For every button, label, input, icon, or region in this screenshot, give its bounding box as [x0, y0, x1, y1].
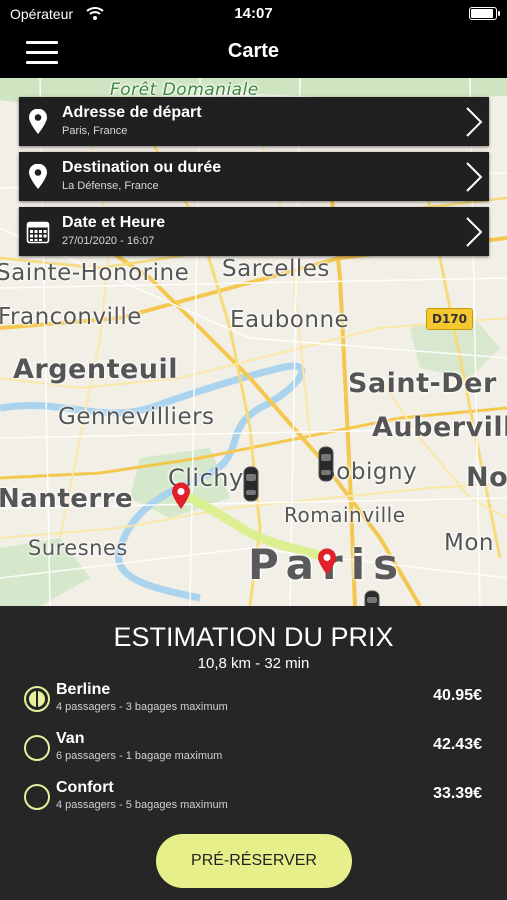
- departure-label: Adresse de départ: [62, 104, 202, 121]
- car-icon[interactable]: [318, 446, 334, 482]
- location-pin-icon: [29, 109, 47, 134]
- map-label: Franconville: [0, 304, 142, 330]
- distance-duration: 10,8 km - 32 min: [197, 655, 310, 672]
- car-icon[interactable]: [364, 590, 380, 606]
- nav-bar: Carte: [0, 28, 507, 78]
- vehicle-description: 6 passagers - 1 bagage maximum: [56, 750, 223, 762]
- map-label: Gennevilliers: [58, 404, 215, 430]
- battery-icon: [469, 7, 500, 20]
- vehicle-name: Confort: [56, 779, 114, 796]
- departure-address-field[interactable]: Adresse de départ Paris, France: [19, 97, 489, 146]
- map-label: Bobigny: [320, 459, 418, 485]
- departure-value: Paris, France: [62, 125, 128, 137]
- road-badge: D170: [426, 308, 474, 330]
- vehicle-description: 4 passagers - 3 bagages maximum: [56, 701, 228, 713]
- chevron-right-icon: [466, 107, 483, 137]
- map-label: Auberville: [372, 412, 507, 443]
- destination-label: Destination ou durée: [62, 159, 222, 176]
- map-label: Argenteuil: [13, 354, 179, 385]
- map-marker-icon[interactable]: [317, 548, 337, 576]
- vehicle-price: 40.95€: [433, 687, 482, 704]
- vehicle-option-confort[interactable]: Confort 4 passagers - 5 bagages maximum …: [24, 776, 486, 816]
- radio-button-icon[interactable]: [24, 686, 50, 712]
- map-label: Suresnes: [28, 536, 128, 560]
- date-time-value: 27/01/2020 - 16:07: [62, 235, 155, 247]
- vehicle-description: 4 passagers - 5 bagages maximum: [56, 799, 228, 811]
- map-label: Sainte-Honorine: [0, 260, 190, 286]
- vehicle-name: Berline: [56, 681, 111, 698]
- date-time-field[interactable]: Date et Heure 27/01/2020 - 16:07: [19, 207, 489, 256]
- map-label: No: [466, 462, 507, 493]
- pre-book-button[interactable]: PRÉ-RÉSERVER: [156, 834, 352, 888]
- map-label: Romainville: [284, 503, 406, 527]
- destination-value: La Défense, France: [62, 180, 159, 192]
- radio-button-icon[interactable]: [24, 784, 50, 810]
- map-marker-icon[interactable]: [171, 482, 191, 510]
- price-estimate-panel: ESTIMATION DU PRIX 10,8 km - 32 min Berl…: [0, 606, 507, 900]
- estimate-heading: ESTIMATION DU PRIX: [113, 622, 394, 652]
- car-icon[interactable]: [243, 466, 259, 502]
- clock: 14:07: [234, 5, 273, 22]
- chevron-right-icon: [466, 217, 483, 247]
- vehicle-option-berline[interactable]: Berline 4 passagers - 3 bagages maximum …: [24, 678, 486, 718]
- map-label: Sarcelles: [222, 256, 330, 282]
- date-time-label: Date et Heure: [62, 214, 166, 231]
- map-label: Eaubonne: [230, 307, 350, 333]
- vehicle-price: 33.39€: [433, 785, 482, 802]
- map-label: Nanterre: [0, 484, 134, 514]
- location-pin-icon: [29, 164, 47, 189]
- calendar-icon: [26, 221, 50, 244]
- vehicle-option-van[interactable]: Van 6 passagers - 1 bagage maximum 42.43…: [24, 727, 486, 767]
- radio-button-icon[interactable]: [24, 735, 50, 761]
- vehicle-name: Van: [56, 730, 85, 747]
- status-bar: Opérateur 14:07: [0, 0, 507, 28]
- map-label: Saint-Der: [348, 368, 497, 399]
- map-label: Mon: [444, 530, 494, 556]
- page-title: Carte: [227, 40, 280, 62]
- destination-field[interactable]: Destination ou durée La Défense, France: [19, 152, 489, 201]
- vehicle-price: 42.43€: [433, 736, 482, 753]
- chevron-right-icon: [466, 162, 483, 192]
